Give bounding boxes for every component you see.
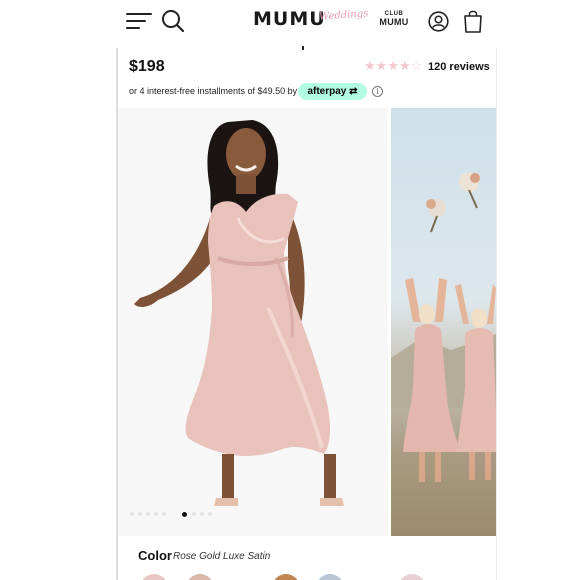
color-swatch[interactable] <box>398 574 426 580</box>
color-value: Rose Gold Luxe Satin <box>173 551 271 562</box>
club-big-label: MUMU <box>379 17 409 27</box>
rating-stars[interactable]: ★★★★☆ <box>364 58 422 74</box>
info-icon[interactable]: i <box>372 86 383 97</box>
afterpay-arrows-icon: ⇄ <box>349 86 358 97</box>
installments-text: or 4 interest-free installments of $49.5… <box>129 86 298 96</box>
product-image-main[interactable] <box>118 108 388 536</box>
carousel-dot[interactable] <box>200 512 204 516</box>
star-icon: ★ <box>387 58 399 73</box>
site-header: MUMU Weddings CLUB MUMU <box>0 0 580 44</box>
color-swatch[interactable] <box>316 574 344 580</box>
logo-script: Weddings <box>318 8 369 23</box>
brand-logo[interactable]: MUMU Weddings <box>253 6 369 36</box>
color-swatch[interactable] <box>186 574 214 580</box>
carousel-dot[interactable] <box>192 512 196 516</box>
right-divider <box>496 48 497 580</box>
color-swatch[interactable] <box>140 574 168 580</box>
star-icon: ★ <box>364 58 376 73</box>
search-icon[interactable] <box>161 9 185 33</box>
carousel-dot[interactable] <box>208 512 212 516</box>
color-swatches <box>140 574 440 580</box>
carousel-dots <box>130 511 240 518</box>
product-price: $198 <box>129 58 165 75</box>
star-icon: ★ <box>398 58 411 73</box>
carousel-dot[interactable] <box>138 512 142 516</box>
bridesmaids-photo <box>391 172 496 482</box>
reviews-link[interactable]: 120 reviews <box>428 61 490 73</box>
carousel-dot[interactable] <box>130 512 134 516</box>
carousel-dot[interactable] <box>162 512 166 516</box>
afterpay-label: afterpay <box>307 86 347 97</box>
logo-wordmark: MUMU <box>253 8 326 30</box>
club-mumu-link[interactable]: CLUB MUMU <box>376 11 412 27</box>
scroll-marker <box>302 46 304 50</box>
product-image-secondary[interactable] <box>391 108 496 536</box>
cart-icon[interactable] <box>463 9 483 33</box>
color-swatch[interactable] <box>272 574 300 580</box>
account-icon[interactable] <box>428 11 449 32</box>
carousel-dot-active[interactable] <box>182 511 187 517</box>
afterpay-badge[interactable]: afterpay ⇄ <box>298 83 367 100</box>
menu-icon[interactable] <box>126 12 152 30</box>
carousel-dot[interactable] <box>146 512 150 516</box>
model-photo <box>118 108 388 536</box>
color-label: Color <box>138 548 172 563</box>
star-icon: ★ <box>375 58 388 73</box>
star-outline-icon: ☆ <box>410 58 423 73</box>
carousel-dot[interactable] <box>154 512 158 516</box>
